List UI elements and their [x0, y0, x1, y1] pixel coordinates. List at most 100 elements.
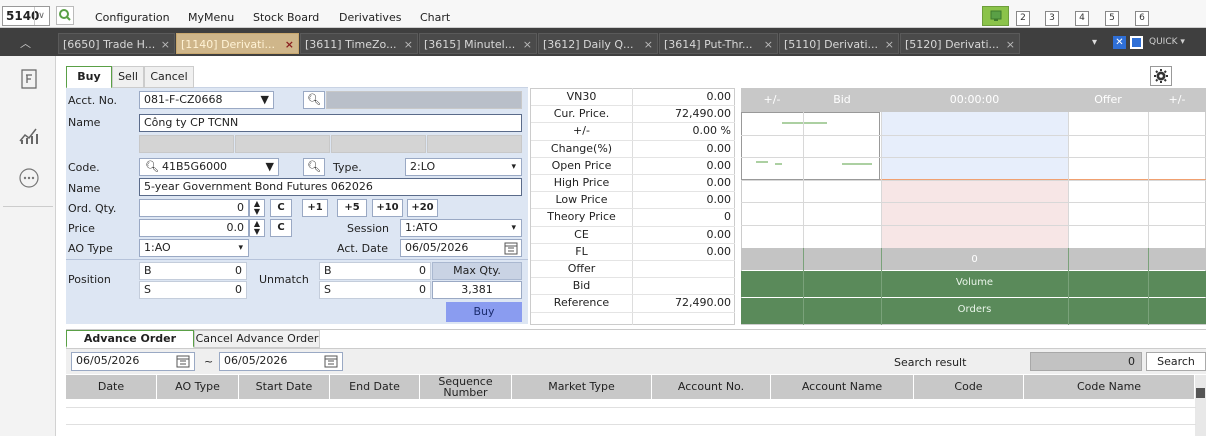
- tab-advance-order-history[interactable]: Advance Order History: [66, 330, 194, 360]
- close-all-icon[interactable]: ✕: [1113, 36, 1126, 49]
- acct-no-label: Acct. No.: [68, 94, 117, 107]
- tab-buy[interactable]: Buy: [66, 66, 112, 89]
- tab-5110[interactable]: [5110] Derivati... ×: [779, 33, 899, 54]
- history-column-header[interactable]: Account No.: [652, 375, 770, 399]
- qty-plus1-button[interactable]: +1: [302, 199, 328, 217]
- quote-value: 72,490.00: [675, 107, 731, 121]
- menu-mymenu[interactable]: MyMenu: [188, 11, 234, 24]
- quote-label: Low Price: [555, 193, 608, 207]
- close-icon[interactable]: ×: [764, 34, 773, 53]
- tab-3612[interactable]: [3612] Daily Q... ×: [538, 33, 658, 54]
- close-icon[interactable]: ×: [523, 34, 532, 53]
- close-icon[interactable]: ×: [161, 34, 170, 53]
- menu-chart[interactable]: Chart: [420, 11, 450, 24]
- price-stepper[interactable]: ▲ ▼: [249, 219, 265, 237]
- collapse-up-icon[interactable]: ︿: [20, 35, 31, 51]
- history-column-header[interactable]: End Date: [330, 375, 419, 399]
- date-from-input[interactable]: 06/05/2026: [71, 352, 195, 371]
- unmatch-label: Unmatch: [259, 273, 309, 286]
- actdate-label: Act. Date: [337, 242, 388, 255]
- close-icon[interactable]: ×: [1006, 34, 1015, 53]
- tab-label: [3612] Daily Q...: [543, 38, 634, 51]
- buy-button[interactable]: Buy: [446, 302, 522, 322]
- info-cell: [331, 135, 426, 153]
- quote-value: 72,490.00: [675, 296, 731, 310]
- price-clear-button[interactable]: C: [270, 219, 292, 237]
- type-label: Type.: [333, 161, 362, 174]
- tab-list-icon[interactable]: ▾: [1092, 37, 1097, 48]
- more-options-icon[interactable]: [18, 167, 40, 189]
- ob-header-bid: Bid: [833, 93, 851, 106]
- search-button[interactable]: [56, 6, 74, 25]
- close-icon[interactable]: ×: [644, 34, 653, 53]
- calendar-icon[interactable]: [324, 354, 338, 368]
- vertical-scrollbar[interactable]: [1195, 375, 1206, 436]
- screen-code-select[interactable]: 5140 ∨: [2, 6, 50, 26]
- sell-side-label: S: [144, 283, 151, 296]
- qty-stepper[interactable]: ▲ ▼: [249, 199, 265, 217]
- qty-plus5-button[interactable]: +5: [337, 199, 367, 217]
- qty-clear-button[interactable]: C: [270, 199, 292, 217]
- code-select[interactable]: 🔍︎ 41B5G6000 ▼: [139, 158, 279, 176]
- screen-3-button[interactable]: 3: [1045, 11, 1059, 26]
- quote-label: +/-: [573, 124, 590, 138]
- tab-cancel[interactable]: Cancel: [144, 66, 194, 88]
- calendar-icon[interactable]: [176, 354, 190, 368]
- menu-stock-board[interactable]: Stock Board: [253, 11, 319, 24]
- screen-2-button[interactable]: 2: [1016, 11, 1030, 26]
- aotype-label: AO Type: [68, 242, 113, 255]
- position-b: B0: [139, 262, 247, 280]
- history-column-header[interactable]: Market Type: [512, 375, 651, 399]
- tab-sell[interactable]: Sell: [112, 66, 144, 88]
- monitor-button[interactable]: [982, 6, 1009, 26]
- tab-3611[interactable]: [3611] TimeZo... ×: [300, 33, 418, 54]
- position-b-value: 0: [235, 264, 242, 277]
- qty-input[interactable]: 0: [139, 199, 249, 217]
- history-column-header[interactable]: Start Date: [239, 375, 329, 399]
- price-input[interactable]: 0.0: [139, 219, 249, 237]
- close-icon[interactable]: ×: [885, 34, 894, 53]
- screen-4-button[interactable]: 4: [1075, 11, 1089, 26]
- menu-derivatives[interactable]: Derivatives: [339, 11, 401, 24]
- history-column-header[interactable]: Code: [914, 375, 1023, 399]
- close-icon[interactable]: ×: [404, 34, 413, 53]
- restore-window-icon[interactable]: [1130, 36, 1143, 49]
- history-column-header[interactable]: Code Name: [1024, 375, 1194, 399]
- code-search-button[interactable]: 🔍︎: [303, 158, 325, 176]
- file-icon[interactable]: [20, 69, 38, 89]
- aotype-select[interactable]: 1:AO ▾: [139, 239, 249, 257]
- acct-no-select[interactable]: 081-F-CZ0668 ▼: [139, 91, 274, 109]
- type-select[interactable]: 2:LO ▾: [405, 158, 522, 176]
- tab-label: [3614] Put-Thr...: [664, 38, 753, 51]
- qty-plus10-button[interactable]: +10: [372, 199, 403, 217]
- quote-row-line: [531, 242, 735, 244]
- history-search-button[interactable]: Search: [1146, 352, 1206, 371]
- menu-configuration[interactable]: Configuration: [95, 11, 170, 24]
- tab-cancel-advance-order[interactable]: Cancel Advance Order: [194, 330, 320, 348]
- session-select[interactable]: 1:ATO ▾: [400, 219, 522, 237]
- history-column-header[interactable]: AO Type: [157, 375, 238, 399]
- dropdown-arrow-icon: ▼: [265, 160, 274, 173]
- history-column-header[interactable]: Account Name: [771, 375, 913, 399]
- tab-6650[interactable]: [6650] Trade H... ×: [58, 33, 175, 54]
- tab-label: [1140] Derivati...: [181, 38, 275, 51]
- screen-6-button[interactable]: 6: [1135, 11, 1149, 26]
- screen-5-button[interactable]: 5: [1105, 11, 1119, 26]
- close-icon[interactable]: ×: [285, 34, 294, 53]
- settings-button[interactable]: [1150, 66, 1172, 86]
- tab-5120[interactable]: [5120] Derivati... ×: [900, 33, 1020, 54]
- qty-plus20-button[interactable]: +20: [407, 199, 438, 217]
- tab-1140[interactable]: [1140] Derivati... ×: [176, 33, 299, 54]
- history-column-header[interactable]: Date: [66, 375, 156, 399]
- actdate-input[interactable]: 06/05/2026: [400, 239, 522, 257]
- tab-3615[interactable]: [3615] Minutel... ×: [419, 33, 537, 54]
- date-to-input[interactable]: 06/05/2026: [219, 352, 343, 371]
- actdate-value: 06/05/2026: [405, 241, 469, 254]
- chart-analysis-icon[interactable]: [18, 125, 40, 145]
- calendar-icon[interactable]: [504, 241, 518, 255]
- quick-menu-button[interactable]: QUICK ▾: [1149, 37, 1185, 47]
- scroll-up-icon[interactable]: [1196, 388, 1205, 398]
- tab-3614[interactable]: [3614] Put-Thr... ×: [659, 33, 778, 54]
- history-column-header[interactable]: Sequence Number: [420, 375, 511, 399]
- acct-search-button[interactable]: 🔍︎: [303, 91, 325, 109]
